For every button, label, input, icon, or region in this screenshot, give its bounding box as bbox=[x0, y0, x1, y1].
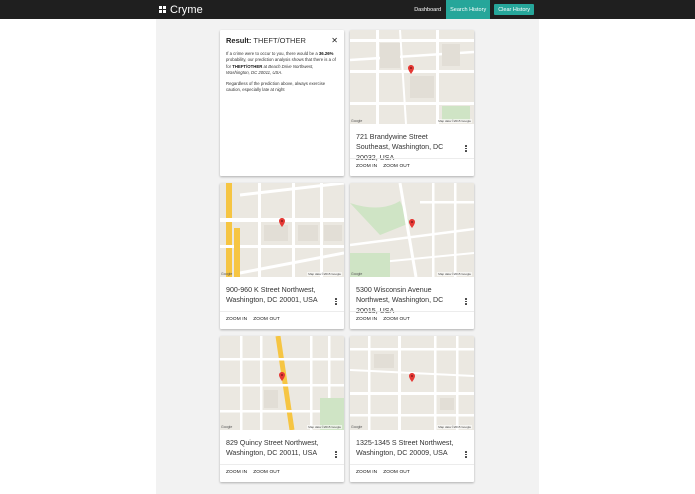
map-view[interactable]: Google Map data ©2015 Google bbox=[350, 183, 474, 277]
map-view[interactable]: Google Map data ©2015 Google bbox=[350, 30, 474, 124]
zoom-in-button[interactable]: ZOOM IN bbox=[226, 317, 247, 322]
map-pin-icon bbox=[279, 218, 285, 227]
more-vert-icon[interactable] bbox=[465, 145, 467, 152]
zoom-out-button[interactable]: ZOOM OUT bbox=[383, 470, 410, 475]
brand[interactable]: Cryme bbox=[159, 4, 203, 16]
app-name: Cryme bbox=[170, 3, 203, 16]
map-pin-icon bbox=[409, 219, 415, 228]
zoom-out-button[interactable]: ZOOM OUT bbox=[383, 317, 410, 322]
google-logo: Google bbox=[221, 425, 233, 429]
result-title: Result: THEFT/OTHER bbox=[226, 36, 306, 45]
card-address: 829 Quincy Street Northwest, Washington,… bbox=[226, 439, 319, 458]
map-pin-icon bbox=[279, 372, 285, 381]
map-credit: Map data ©2015 Google bbox=[437, 119, 472, 123]
result-crime-type: THEFT/OTHER bbox=[232, 63, 263, 69]
zoom-in-button[interactable]: ZOOM IN bbox=[356, 164, 377, 169]
card-address: 900-960 K Street Northwest, Washington, … bbox=[226, 286, 318, 305]
card-divider bbox=[350, 311, 474, 312]
history-card: Google Map data ©2015 Google 829 Quincy … bbox=[220, 336, 344, 482]
more-vert-icon[interactable] bbox=[465, 451, 467, 458]
card-divider bbox=[350, 158, 474, 159]
map-credit: Map data ©2015 Google bbox=[307, 272, 342, 276]
top-nav-bar: Cryme Dashboard Search History Clear His… bbox=[0, 0, 695, 19]
map-credit: Map data ©2015 Google bbox=[437, 425, 472, 429]
clear-history-button[interactable]: Clear History bbox=[494, 4, 534, 15]
google-logo: Google bbox=[351, 425, 363, 429]
zoom-in-button[interactable]: ZOOM IN bbox=[226, 470, 247, 475]
card-divider bbox=[220, 311, 344, 312]
grid-icon bbox=[159, 5, 167, 14]
card-address: 1325-1345 S Street Northwest, Washington… bbox=[356, 439, 454, 458]
result-type: THEFT/OTHER bbox=[253, 36, 306, 45]
map-view[interactable]: Google Map data ©2015 Google bbox=[220, 336, 344, 430]
map-credit: Map data ©2015 Google bbox=[307, 425, 342, 429]
history-card: Google Map data ©2015 Google 900-960 K S… bbox=[220, 183, 344, 329]
more-vert-icon[interactable] bbox=[335, 451, 337, 458]
map-view[interactable]: Google Map data ©2015 Google bbox=[220, 183, 344, 277]
google-logo: Google bbox=[221, 272, 233, 276]
nav-links: Dashboard Search History Clear History bbox=[411, 0, 534, 19]
google-logo: Google bbox=[351, 119, 363, 123]
zoom-in-button[interactable]: ZOOM IN bbox=[356, 470, 377, 475]
result-percent: 36.26% bbox=[318, 51, 334, 56]
result-text-part: . bbox=[281, 69, 283, 75]
result-text-part: If a crime were to occur to you, there w… bbox=[226, 51, 319, 56]
google-logo: Google bbox=[351, 272, 363, 276]
result-label: Result: bbox=[226, 36, 252, 45]
nav-search-history-link[interactable]: Search History bbox=[446, 0, 491, 19]
result-note: Regardless of the prediction above, alwa… bbox=[226, 81, 326, 93]
zoom-out-button[interactable]: ZOOM OUT bbox=[383, 164, 410, 169]
history-card: Google Map data ©2015 Google 1325-1345 S… bbox=[350, 336, 474, 482]
history-panel bbox=[156, 19, 539, 494]
history-card: Google Map data ©2015 Google 721 Brandyw… bbox=[350, 30, 474, 176]
result-description: If a crime were to occur to you, there w… bbox=[226, 51, 338, 76]
map-pin-icon bbox=[409, 373, 415, 382]
result-card: Result: THEFT/OTHER ✕ If a crime were to… bbox=[220, 30, 344, 176]
zoom-out-button[interactable]: ZOOM OUT bbox=[253, 470, 280, 475]
more-vert-icon[interactable] bbox=[465, 298, 467, 305]
nav-dashboard-link[interactable]: Dashboard bbox=[411, 0, 444, 19]
history-card: Google Map data ©2015 Google 5300 Wiscon… bbox=[350, 183, 474, 329]
map-view[interactable]: Google Map data ©2015 Google bbox=[350, 336, 474, 430]
map-pin-icon bbox=[408, 65, 414, 74]
more-vert-icon[interactable] bbox=[335, 298, 337, 305]
card-divider bbox=[350, 464, 474, 465]
close-icon[interactable]: ✕ bbox=[331, 37, 338, 45]
zoom-out-button[interactable]: ZOOM OUT bbox=[253, 317, 280, 322]
map-credit: Map data ©2015 Google bbox=[437, 272, 472, 276]
zoom-in-button[interactable]: ZOOM IN bbox=[356, 317, 377, 322]
card-divider bbox=[220, 464, 344, 465]
